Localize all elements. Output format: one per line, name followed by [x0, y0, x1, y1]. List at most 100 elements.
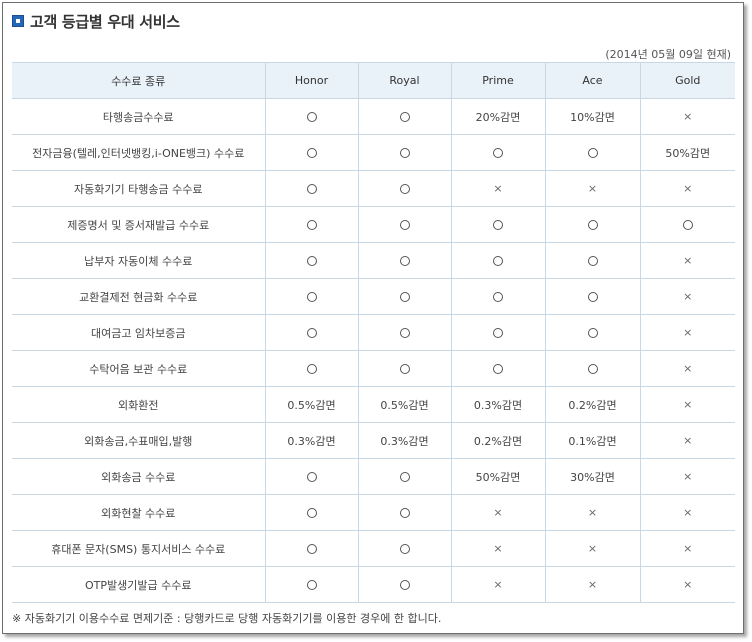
- benefit-cell: [264, 170, 359, 207]
- benefit-cell: 0.1%감면: [544, 422, 641, 459]
- fee-benefit-table: 수수료 종류 Honor Royal Prime Ace Gold 타행송금수수…: [12, 62, 735, 603]
- circle-icon: [399, 148, 410, 158]
- fee-name-cell: 대여금고 임차보증금: [12, 314, 266, 351]
- table-row: OTP발생기발급 수수료 × × ×: [12, 566, 735, 603]
- benefit-cell: [544, 278, 641, 315]
- benefit-cell: [357, 242, 452, 279]
- benefit-cell: [264, 350, 359, 387]
- square-bullet-icon: [12, 15, 24, 27]
- benefit-cell: [264, 530, 359, 567]
- benefit-cell: ×: [639, 458, 735, 495]
- header-honor: Honor: [264, 62, 359, 99]
- circle-icon: [399, 112, 410, 122]
- circle-icon: [306, 112, 317, 122]
- cross-icon: ×: [587, 506, 598, 519]
- fee-name-cell: OTP발생기발급 수수료: [12, 566, 266, 603]
- benefit-cell: ×: [639, 530, 735, 567]
- benefit-cell: [450, 242, 546, 279]
- header-prime: Prime: [450, 62, 546, 99]
- benefit-cell: [450, 134, 546, 171]
- benefit-cell: ×: [639, 422, 735, 459]
- circle-icon: [306, 364, 317, 374]
- benefit-cell: 0.3%감면: [450, 386, 546, 423]
- benefit-cell: ×: [639, 170, 735, 207]
- benefit-cell: 0.3%감면: [264, 422, 359, 459]
- benefit-cell: [357, 314, 452, 351]
- benefit-cell: 30%감면: [544, 458, 641, 495]
- benefit-cell: [264, 98, 359, 135]
- benefit-cell: [544, 314, 641, 351]
- table-row: 교환결제전 현금화 수수료 ×: [12, 278, 735, 315]
- benefit-cell: [450, 278, 546, 315]
- cross-icon: ×: [683, 578, 693, 591]
- circle-icon: [587, 256, 598, 266]
- benefit-cell: [357, 458, 452, 495]
- header-gold: Gold: [639, 62, 735, 99]
- benefit-cell: 20%감면: [450, 98, 546, 135]
- fee-name-cell: 제증명서 및 증서재발급 수수료: [12, 206, 266, 243]
- benefit-cell: [544, 134, 641, 171]
- benefit-cell: [450, 206, 546, 243]
- circle-icon: [306, 292, 317, 302]
- fee-name-cell: 교환결제전 현금화 수수료: [12, 278, 266, 315]
- header-ace: Ace: [544, 62, 641, 99]
- benefit-cell: [264, 278, 359, 315]
- circle-icon: [399, 544, 410, 554]
- circle-icon: [306, 256, 317, 266]
- benefit-cell: 0.5%감면: [357, 386, 452, 423]
- table-row: 납부자 자동이체 수수료 ×: [12, 242, 735, 279]
- table-header-row: 수수료 종류 Honor Royal Prime Ace Gold: [12, 62, 735, 99]
- benefit-cell: ×: [450, 566, 546, 603]
- circle-icon: [399, 472, 410, 482]
- table-row: 대여금고 임차보증금 ×: [12, 314, 735, 351]
- circle-icon: [493, 364, 503, 374]
- table-row: 외화현찰 수수료 × × ×: [12, 494, 735, 531]
- cross-icon: ×: [683, 434, 693, 447]
- title-row: 고객 등급별 우대 서비스: [12, 11, 180, 31]
- table-row: 휴대폰 문자(SMS) 통지서비스 수수료 × × ×: [12, 530, 735, 567]
- benefit-cell: [357, 494, 452, 531]
- circle-icon: [587, 328, 598, 338]
- benefit-cell: [450, 350, 546, 387]
- cross-icon: ×: [493, 182, 503, 195]
- circle-icon: [306, 508, 317, 518]
- benefit-cell: [357, 566, 452, 603]
- fee-name-cell: 외화송금,수표매입,발행: [12, 422, 266, 459]
- benefit-cell: [264, 242, 359, 279]
- fee-name-cell: 전자금융(텔레,인터넷뱅킹,i-ONE뱅크) 수수료: [12, 134, 266, 171]
- circle-icon: [587, 364, 598, 374]
- benefit-cell: [264, 494, 359, 531]
- benefit-cell: [357, 206, 452, 243]
- circle-icon: [493, 220, 503, 230]
- benefit-cell: ×: [450, 494, 546, 531]
- benefit-cell: 0.2%감면: [544, 386, 641, 423]
- benefit-cell: 50%감면: [450, 458, 546, 495]
- circle-icon: [306, 220, 317, 230]
- table-row: 전자금융(텔레,인터넷뱅킹,i-ONE뱅크) 수수료 50%감면: [12, 134, 735, 171]
- fee-name-cell: 외화현찰 수수료: [12, 494, 266, 531]
- cross-icon: ×: [683, 254, 693, 267]
- benefit-cell: ×: [639, 386, 735, 423]
- circle-icon: [399, 292, 410, 302]
- circle-icon: [306, 148, 317, 158]
- cross-icon: ×: [587, 578, 598, 591]
- date-note: (2014년 05월 09일 현재): [605, 48, 731, 61]
- cross-icon: ×: [493, 578, 503, 591]
- circle-icon: [682, 220, 693, 230]
- cross-icon: ×: [683, 182, 693, 195]
- header-fee-type: 수수료 종류: [12, 62, 266, 99]
- benefit-cell: [544, 350, 641, 387]
- header-royal: Royal: [357, 62, 452, 99]
- cross-icon: ×: [587, 542, 598, 555]
- circle-icon: [399, 256, 410, 266]
- table-row: 외화송금,수표매입,발행 0.3%감면 0.3%감면 0.2%감면 0.1%감면 ×: [12, 422, 735, 459]
- circle-icon: [493, 292, 503, 302]
- fee-name-cell: 휴대폰 문자(SMS) 통지서비스 수수료: [12, 530, 266, 567]
- benefit-cell: [264, 314, 359, 351]
- circle-icon: [399, 220, 410, 230]
- table-row: 외화송금 수수료 50%감면 30%감면 ×: [12, 458, 735, 495]
- circle-icon: [587, 148, 598, 158]
- benefit-cell: [357, 530, 452, 567]
- benefit-cell: 0.5%감면: [264, 386, 359, 423]
- table-row: 타행송금수수료 20%감면 10%감면 ×: [12, 98, 735, 135]
